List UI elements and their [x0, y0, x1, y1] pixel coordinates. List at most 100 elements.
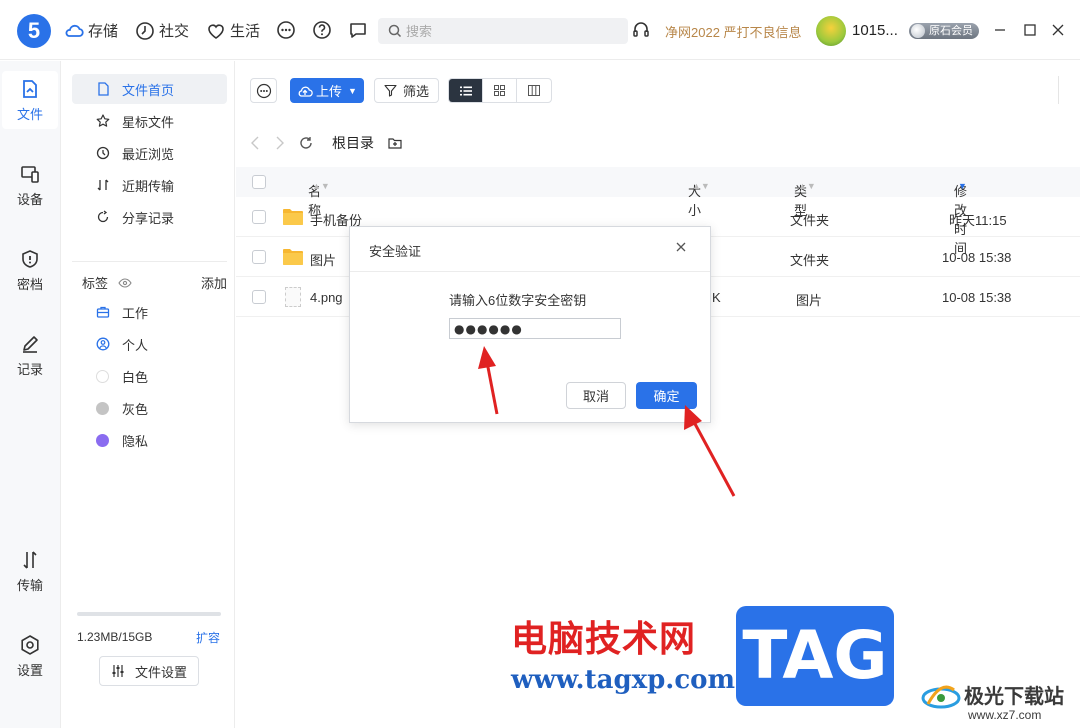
- sidebar-item-starred[interactable]: 星标文件: [72, 106, 227, 136]
- grid-icon: [494, 85, 505, 96]
- sidebar-item-transfers[interactable]: 近期传输: [72, 170, 227, 200]
- rail-vault[interactable]: 密档: [2, 241, 58, 299]
- vip-gem-icon: [911, 24, 925, 38]
- person-icon: [96, 337, 110, 351]
- sidebar-tag-label: 隐私: [122, 433, 149, 449]
- sidebar-item-home[interactable]: 文件首页: [72, 74, 227, 104]
- tags-header: 标签 添加: [82, 273, 227, 292]
- promo-text[interactable]: 净网2022 严打不良信息: [665, 22, 802, 41]
- rail-devices[interactable]: 设备: [2, 156, 58, 214]
- sidebar-item-recent[interactable]: 最近浏览: [72, 138, 227, 168]
- breadcrumb-root[interactable]: 根目录: [332, 133, 374, 153]
- minimize-icon: [995, 29, 1005, 31]
- watermark-site-name: 电脑技术网: [511, 619, 697, 660]
- tag-color-dot: [96, 433, 109, 447]
- help-icon[interactable]: [312, 20, 332, 40]
- sidebar-tag-personal[interactable]: 个人: [72, 329, 227, 359]
- select-all-checkbox[interactable]: [252, 175, 266, 189]
- username[interactable]: 1015...: [852, 22, 898, 39]
- row-checkbox[interactable]: [252, 290, 266, 304]
- nav-life-label: 生活: [230, 23, 261, 40]
- row-checkbox[interactable]: [252, 210, 266, 224]
- chevron-down-icon: ▼: [348, 85, 357, 96]
- file-type: 图片: [796, 293, 823, 308]
- list-icon: [459, 86, 472, 95]
- nav-storage-label: 存储: [88, 23, 119, 40]
- path-bar: 根目录: [236, 129, 1080, 157]
- sidebar-tag-gray[interactable]: 灰色: [72, 393, 227, 423]
- dialog-prompt: 请输入6位数字安全密钥: [449, 293, 587, 308]
- more-actions-button[interactable]: [250, 78, 277, 103]
- avatar[interactable]: [816, 16, 846, 46]
- columns-icon: [528, 85, 540, 96]
- nav-social-label: 社交: [159, 23, 190, 40]
- list-view-button[interactable]: [449, 79, 483, 102]
- watermark-download-url: www.xz7.com: [968, 708, 1042, 722]
- confirm-button[interactable]: 确定: [636, 382, 697, 409]
- rail-settings[interactable]: 设置: [2, 627, 58, 685]
- minimize-button[interactable]: [990, 20, 1010, 40]
- maximize-button[interactable]: [1020, 20, 1040, 40]
- file-type: 文件夹: [790, 253, 830, 268]
- sort-icon: ▲▼: [312, 181, 330, 191]
- rail-notes[interactable]: 记录: [2, 326, 58, 384]
- grid-view-button[interactable]: [483, 79, 517, 102]
- vip-badge[interactable]: 原石会员: [909, 23, 979, 39]
- app-logo[interactable]: 5: [17, 14, 51, 48]
- close-window-button[interactable]: [1048, 20, 1068, 40]
- message-icon[interactable]: [348, 20, 368, 40]
- nav-life[interactable]: 生活: [206, 20, 260, 41]
- share-history-icon: [97, 210, 109, 223]
- security-key-input[interactable]: [449, 318, 621, 339]
- file-name: 4.png: [310, 290, 343, 305]
- sidebar-item-label: 星标文件: [122, 114, 175, 130]
- left-rail: 文件 设备 密档 记录 传输 设置: [0, 61, 61, 728]
- more-icon[interactable]: [276, 20, 296, 40]
- refresh-icon[interactable]: [299, 136, 313, 150]
- nav-storage[interactable]: 存储: [64, 20, 118, 41]
- folder-icon: [283, 249, 303, 265]
- toolbar-divider: [1058, 76, 1059, 104]
- watermark-download-site: 极光下载站: [964, 684, 1064, 708]
- sidebar-tag-private[interactable]: 隐私: [72, 425, 227, 455]
- file-settings-button[interactable]: 文件设置: [99, 656, 199, 686]
- sliders-icon: [112, 665, 124, 677]
- document-icon: [98, 82, 109, 96]
- rail-transfer[interactable]: 传输: [2, 542, 58, 600]
- dialog-divider: [350, 271, 710, 272]
- sidebar-item-shares[interactable]: 分享记录: [72, 202, 227, 232]
- column-view-button[interactable]: [517, 79, 551, 102]
- nav-social[interactable]: 社交: [135, 20, 189, 41]
- sidebar-item-label: 最近浏览: [122, 146, 175, 162]
- search-input[interactable]: [406, 23, 596, 39]
- file-modified: 昨天11:15: [949, 213, 1007, 228]
- rail-files-label: 文件: [16, 106, 43, 122]
- search-icon: [388, 24, 402, 38]
- back-arrow-icon[interactable]: [250, 136, 260, 150]
- upload-button[interactable]: 上传 ▼: [290, 78, 364, 103]
- cancel-button[interactable]: 取消: [566, 382, 626, 409]
- new-folder-icon[interactable]: [388, 136, 402, 150]
- tags-add-button[interactable]: 添加: [201, 273, 227, 292]
- forward-arrow-icon[interactable]: [275, 136, 285, 150]
- rail-transfer-label: 传输: [16, 577, 43, 593]
- sidebar-tag-white[interactable]: 白色: [72, 361, 227, 391]
- sidebar-tag-work[interactable]: 工作: [72, 297, 227, 327]
- dialog-title: 安全验证: [369, 244, 422, 259]
- dialog-close-button[interactable]: [672, 239, 690, 257]
- sidebar: 文件首页 星标文件 最近浏览 近期传输 分享记录 标签 添加 工作 个人 白色 …: [61, 61, 235, 728]
- filter-label: 筛选: [402, 84, 429, 99]
- sort-icon: ▲▼: [798, 181, 816, 191]
- file-size: K: [712, 290, 721, 305]
- file-settings-label: 文件设置: [134, 664, 187, 680]
- gear-icon: [21, 634, 39, 655]
- headset-icon[interactable]: [631, 20, 651, 40]
- row-checkbox[interactable]: [252, 250, 266, 264]
- expand-storage-link[interactable]: 扩容: [196, 629, 220, 646]
- eye-icon[interactable]: [118, 276, 132, 290]
- rail-files[interactable]: 文件: [2, 71, 58, 129]
- filter-button[interactable]: 筛选: [374, 78, 439, 103]
- search-box[interactable]: [378, 18, 628, 44]
- cloud-icon: [65, 24, 84, 37]
- watermark-tag-logo: TAG: [736, 606, 894, 706]
